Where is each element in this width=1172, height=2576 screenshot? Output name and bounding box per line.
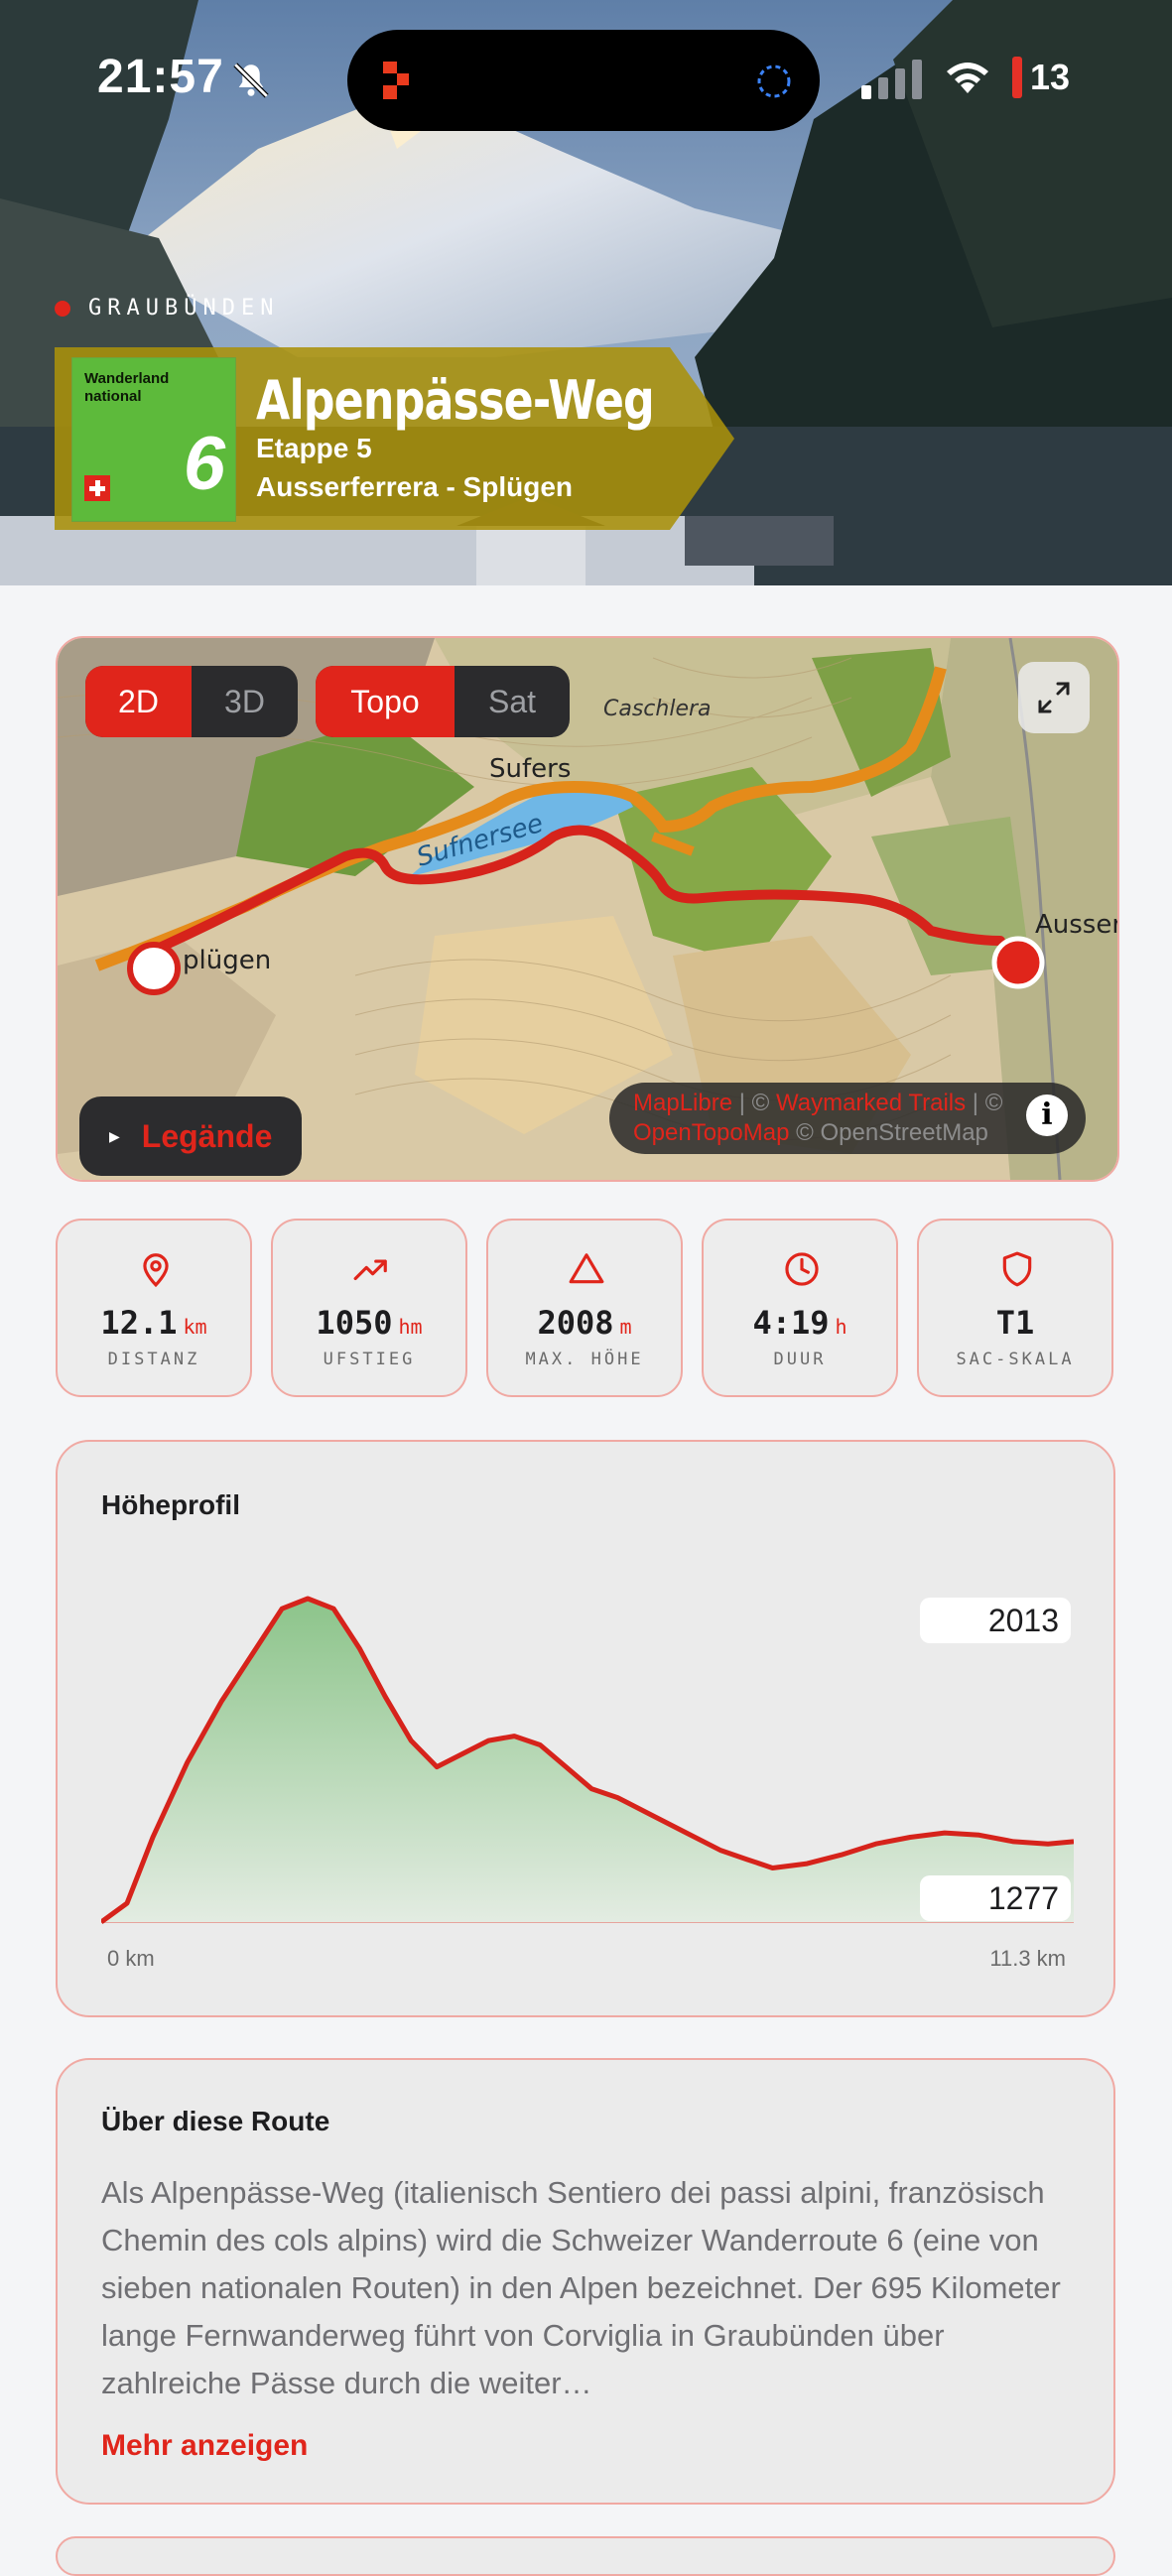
dynamic-island bbox=[347, 30, 820, 131]
stat-value: 12.1 bbox=[100, 1304, 178, 1342]
status-bar: 21:57 13 bbox=[0, 0, 1172, 159]
stat-value: 1050 bbox=[316, 1304, 393, 1342]
play-triangle-icon: ▶ bbox=[109, 1127, 120, 1144]
about-title: Über diese Route bbox=[101, 2106, 330, 2136]
legend-label: Legände bbox=[141, 1117, 273, 1154]
wanderland-sign: Wanderland national 6 bbox=[71, 357, 236, 522]
stat-value: 2008 bbox=[537, 1304, 614, 1342]
map-label-caschlera: Caschlera bbox=[603, 697, 712, 721]
about-text: Als Alpenpässe-Weg (italienisch Sentiero… bbox=[101, 2175, 1061, 2400]
view-3d-button[interactable]: 3D bbox=[192, 666, 298, 737]
legend-button[interactable]: ▶ Legände bbox=[79, 1096, 302, 1176]
stat-value: T1 bbox=[995, 1304, 1035, 1342]
stat-label: SAC-SKALA bbox=[956, 1350, 1075, 1369]
route-title: Alpenpässe-Weg bbox=[256, 369, 655, 432]
route-endpoints: Ausserferrera - Splügen bbox=[256, 471, 573, 502]
map-label-sufers: Sufers bbox=[489, 754, 571, 784]
stat-max-height: 2008 m MAX. HÖHE bbox=[486, 1219, 683, 1397]
elevation-area bbox=[101, 1599, 1074, 1922]
trending-up-icon bbox=[353, 1259, 387, 1281]
show-more-link[interactable]: Mehr anzeigen bbox=[101, 2429, 308, 2463]
app-logo-icon bbox=[383, 62, 409, 99]
attrib-sep: | © bbox=[966, 1090, 1003, 1116]
map-style-toggle[interactable]: Topo Sat bbox=[316, 666, 570, 737]
style-topo-button[interactable]: Topo bbox=[316, 666, 455, 737]
swiss-flag-icon bbox=[84, 475, 110, 501]
info-icon[interactable]: i bbox=[1026, 1095, 1068, 1136]
status-time: 21:57 bbox=[97, 51, 224, 103]
attrib-osm-text: © OpenStreetMap bbox=[789, 1119, 988, 1146]
bell-slash-icon bbox=[233, 63, 269, 98]
min-elevation-label: 1277 bbox=[920, 1875, 1071, 1921]
hero-header: 21:57 13 GRAUBÜNDEN Wanderland national … bbox=[0, 0, 1172, 585]
fullscreen-button[interactable] bbox=[1018, 662, 1090, 733]
region-dot-icon bbox=[55, 300, 70, 317]
stat-ascent: 1050 hm UFSTIEG bbox=[271, 1219, 467, 1397]
stat-unit: hm bbox=[398, 1315, 423, 1339]
max-elevation-label: 2013 bbox=[920, 1598, 1071, 1643]
battery-percent: 13 bbox=[1030, 57, 1071, 97]
wifi-icon bbox=[947, 63, 988, 93]
shield-icon bbox=[1002, 1251, 1032, 1287]
region-text: GRAUBÜNDEN bbox=[88, 296, 280, 321]
view-mode-toggle[interactable]: 2D 3D bbox=[85, 666, 298, 737]
stat-duration: 4:19 h DUUR bbox=[702, 1219, 898, 1397]
battery-low-icon bbox=[1012, 57, 1022, 98]
attrib-maplibre-link[interactable]: MapLibre bbox=[633, 1090, 732, 1116]
stat-unit: m bbox=[619, 1315, 632, 1339]
clock-icon bbox=[785, 1252, 819, 1286]
route-stage: Etappe 5 bbox=[256, 433, 372, 463]
elevation-profile-card: Höheprofil 2013 1277 0 km 11.3 km bbox=[56, 1440, 1115, 2017]
map-attribution[interactable]: MapLibre | © Waymarked Trails | © OpenTo… bbox=[609, 1083, 1086, 1154]
map-label-splugen: plügen bbox=[183, 946, 271, 975]
stat-unit: h bbox=[835, 1315, 847, 1339]
next-card bbox=[56, 2536, 1115, 2576]
cellular-signal-icon bbox=[861, 60, 922, 99]
expand-icon bbox=[1038, 682, 1070, 713]
profile-title: Höheprofil bbox=[101, 1489, 240, 1520]
sign-number: 6 bbox=[183, 422, 225, 506]
region-label: GRAUBÜNDEN bbox=[55, 296, 279, 321]
view-2d-button[interactable]: 2D bbox=[85, 666, 192, 737]
map-label-ausser: Ausser bbox=[1035, 910, 1117, 940]
mountain-triangle-icon bbox=[569, 1253, 604, 1284]
stat-label: DUUR bbox=[773, 1350, 827, 1369]
stat-label: DISTANZ bbox=[107, 1350, 200, 1369]
stat-value: 4:19 bbox=[752, 1304, 830, 1342]
attrib-waymarked-link[interactable]: Waymarked Trails bbox=[776, 1090, 966, 1116]
activity-ring-icon bbox=[757, 64, 791, 98]
attrib-opentopomap-link[interactable]: OpenTopoMap bbox=[633, 1119, 789, 1146]
stat-unit: km bbox=[183, 1315, 207, 1339]
location-pin-icon bbox=[143, 1253, 169, 1288]
attrib-sep: | © bbox=[732, 1090, 776, 1116]
x-axis-start-label: 0 km bbox=[107, 1946, 155, 1971]
about-route-card: Über diese Route Als Alpenpässe-Weg (ita… bbox=[56, 2058, 1115, 2505]
style-sat-button[interactable]: Sat bbox=[455, 666, 570, 737]
stat-distance: 12.1 km DISTANZ bbox=[56, 1219, 252, 1397]
stat-label: MAX. HÖHE bbox=[525, 1350, 644, 1369]
route-map[interactable]: Caschlera Sufers Sufnersee plügen Ausser… bbox=[56, 636, 1119, 1182]
sign-title: Wanderland national bbox=[84, 370, 170, 405]
x-axis-end-label: 11.3 km bbox=[989, 1946, 1066, 1971]
stat-label: UFSTIEG bbox=[323, 1350, 416, 1369]
stat-sac-scale: T1 SAC-SKALA bbox=[917, 1219, 1113, 1397]
battery-indicator: 13 bbox=[1012, 55, 1070, 100]
